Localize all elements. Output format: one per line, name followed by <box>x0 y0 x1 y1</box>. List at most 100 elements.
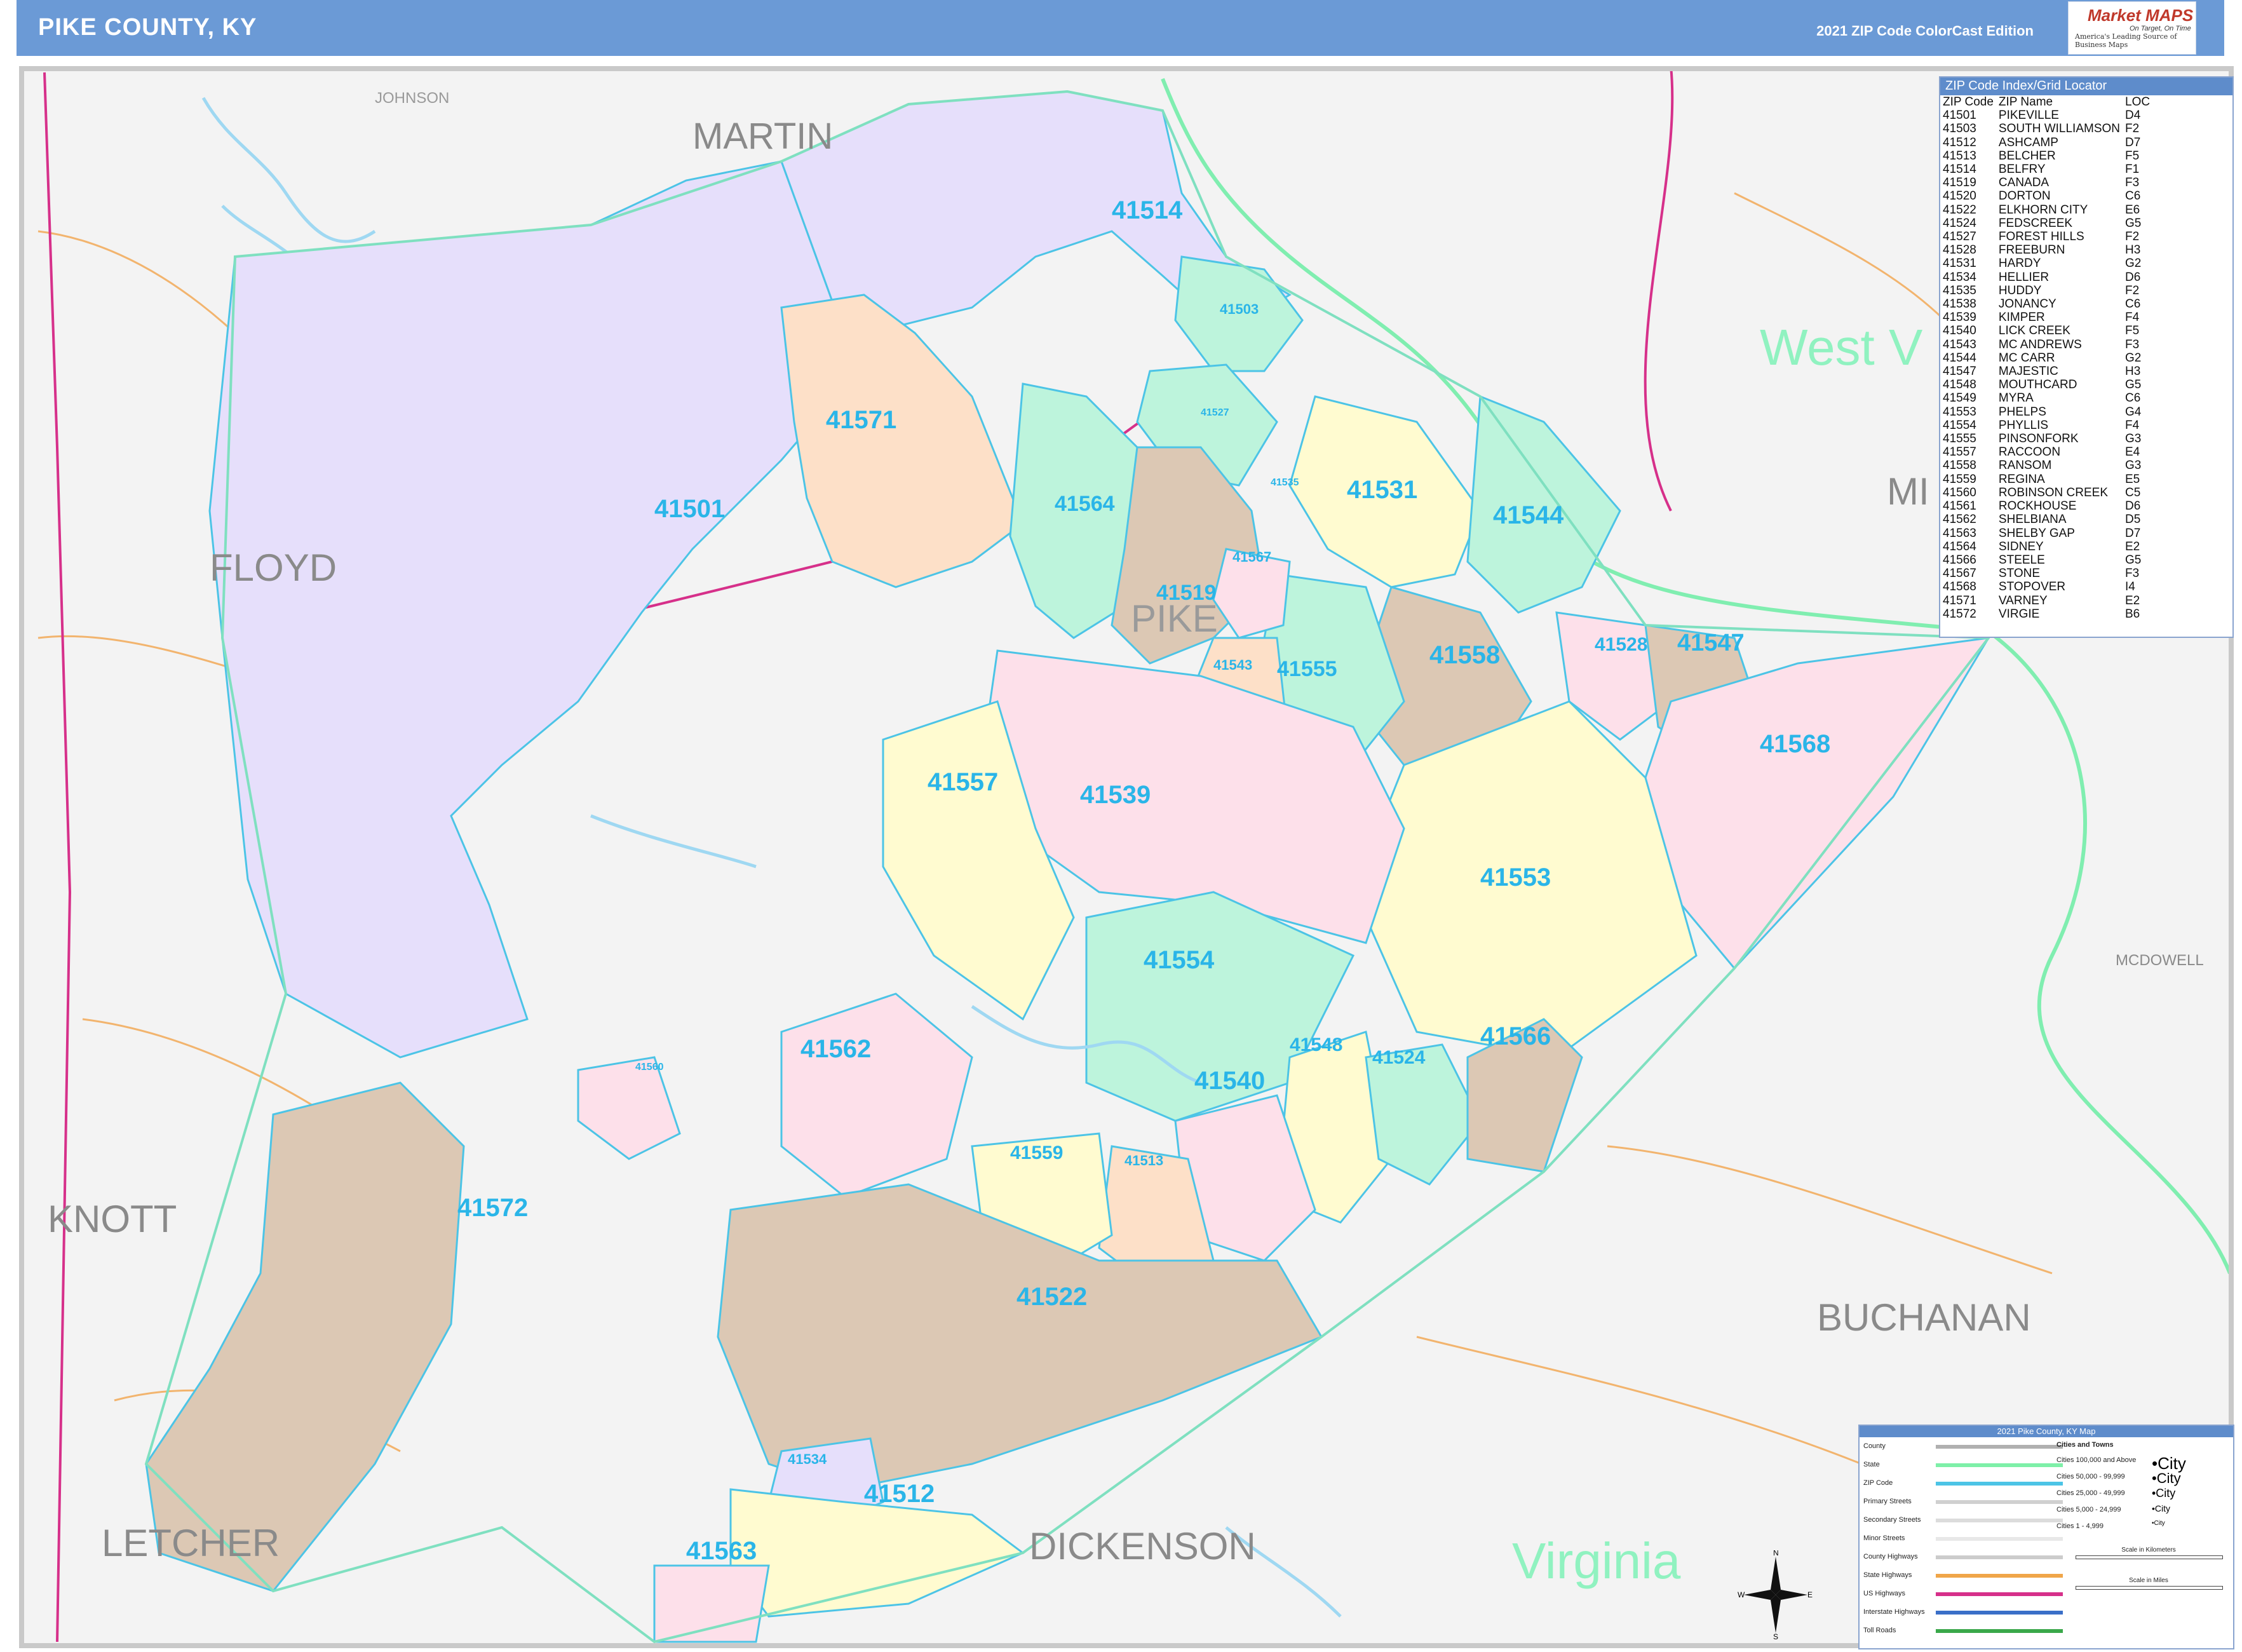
zip-index-cell: LICK CREEK <box>1998 324 2070 338</box>
zip-index-cell: D6 <box>2125 499 2141 513</box>
zip-index-cell: ROCKHOUSE <box>1998 499 2077 513</box>
legend-item-label: State <box>1863 1461 1880 1468</box>
zip-index-cell: 41553 <box>1943 405 1976 419</box>
zip-index-cell: F3 <box>2125 337 2140 351</box>
zip-index-row: 41558 RANSOM G3 <box>1943 459 2155 472</box>
legend-city-label: Cities 1 - 4,999 <box>2056 1522 2104 1530</box>
zip-index-cell: 41557 <box>1943 445 1976 459</box>
zip-index-panel: ZIP Code Index/Grid Locator ZIP Code ZIP … <box>1939 76 2234 638</box>
zip-index-cell: G5 <box>2125 553 2142 567</box>
zip-label: 41514 <box>1112 196 1183 224</box>
map-legend: 2021 Pike County, KY Map County State ZIP … <box>1858 1425 2234 1649</box>
legend-city-sample: •City <box>2152 1470 2181 1486</box>
label-floyd: FLOYD <box>210 546 337 589</box>
label-knott: KNOTT <box>48 1198 177 1240</box>
legend-item-label: US Highways <box>1863 1590 1906 1597</box>
zip-index-cell: SOUTH WILLIAMSON <box>1998 122 2120 136</box>
zip-index-row: 41520 DORTON C6 <box>1943 189 2155 203</box>
zip-index-cell: BELFRY <box>1998 163 2046 177</box>
zip-index-cell: 41559 <box>1943 472 1976 486</box>
market-maps-logo: Market MAPS On Target, On Time America's… <box>2068 1 2196 55</box>
zip-index-row: 41559 REGINA E5 <box>1943 473 2155 486</box>
zip-index-cell: BELCHER <box>1998 149 2056 163</box>
zip-label: 41560 <box>635 1062 664 1073</box>
zip-index-row: 41563 SHELBY GAP D7 <box>1943 527 2155 540</box>
zip-label: 41524 <box>1372 1047 1426 1068</box>
zip-index-row: 41512 ASHCAMP D7 <box>1943 136 2155 149</box>
legend-item-swatch <box>1936 1519 2063 1522</box>
legend-item-label: Minor Streets <box>1863 1534 1905 1542</box>
legend-item-swatch <box>1936 1537 2063 1541</box>
zip-index-cell: G3 <box>2125 459 2142 473</box>
zip-index-cell: F4 <box>2125 311 2140 325</box>
zip-index-column-header: ZIP Code <box>1943 95 1994 109</box>
zip-label: 41527 <box>1201 407 1229 418</box>
zip-label: 41519 <box>1156 581 1217 605</box>
zip-index-cell: 41564 <box>1943 539 1976 553</box>
zip-index-cell: MC ANDREWS <box>1998 337 2082 351</box>
zip-index-cell: G2 <box>2125 257 2142 271</box>
cities-title: Cities and Towns <box>2056 1441 2114 1449</box>
label-mingo: MI <box>1887 470 1929 513</box>
zip-index-cell: 41520 <box>1943 189 1976 203</box>
label-dickenson: DICKENSON <box>1029 1525 1256 1567</box>
zip-index-cell: 41548 <box>1943 378 1976 392</box>
zip-label: 41534 <box>788 1451 827 1467</box>
zip-label: 41539 <box>1080 781 1151 809</box>
zip-label: 41548 <box>1290 1034 1342 1055</box>
zip-index-cell: PIKEVILLE <box>1998 109 2059 123</box>
zip-index-cell: 41555 <box>1943 432 1976 446</box>
zip-index-cell: RANSOM <box>1998 459 2052 473</box>
county-map: JOHNSON MARTIN FLOYD KNOTT LETCHER DICKE… <box>19 66 2234 1648</box>
zip-index-cell: ROBINSON CREEK <box>1998 485 2109 499</box>
zip-index-cell: 41562 <box>1943 513 1976 527</box>
zip-label: 41503 <box>1220 301 1259 317</box>
zip-index-column-header: LOC <box>2125 95 2151 109</box>
zip-index-cell: B6 <box>2125 607 2140 621</box>
zip-index-row: 41549 MYRA C6 <box>1943 391 2155 405</box>
zip-index-cell: F3 <box>2125 567 2140 581</box>
label-west-virginia: West V <box>1760 319 1923 376</box>
zip-index-cell: 41519 <box>1943 176 1976 190</box>
zip-index-cell: MC CARR <box>1998 351 2055 365</box>
zip-index-cell: E4 <box>2125 445 2140 459</box>
zip-index-cell: 41554 <box>1943 418 1976 432</box>
legend-city-label: Cities 100,000 and Above <box>2056 1456 2137 1464</box>
zip-label: 41528 <box>1595 634 1647 655</box>
zip-index-cell: 41522 <box>1943 203 1976 217</box>
legend-city-label: Cities 50,000 - 99,999 <box>2056 1473 2125 1480</box>
zip-label: 41522 <box>1016 1283 1087 1311</box>
zip-index-row: 41571 VARNEY E2 <box>1943 594 2155 607</box>
zip-index-cell: 41544 <box>1943 351 1976 365</box>
zip-index-cell: 41512 <box>1943 135 1976 149</box>
zip-index-cell: G4 <box>2125 405 2142 419</box>
legend-item-swatch <box>1936 1500 2063 1504</box>
zip-index-cell: 41514 <box>1943 163 1976 177</box>
label-buchanan: BUCHANAN <box>1817 1296 2031 1339</box>
header-bar: PIKE COUNTY, KY 2021 ZIP Code ColorCast … <box>17 0 2224 56</box>
zip-index-cell: D6 <box>2125 270 2141 284</box>
logo-brand: Market MAPS <box>2088 6 2194 25</box>
edition-label: 2021 ZIP Code ColorCast Edition <box>1816 23 2034 39</box>
zip-index-cell: HELLIER <box>1998 270 2050 284</box>
zip-index-table: ZIP Code ZIP Name LOC 41501 PIKEVILLE D4 4150… <box>1943 95 2155 621</box>
zip-index-cell: E2 <box>2125 593 2140 607</box>
zip-index-cell: 41534 <box>1943 270 1976 284</box>
label-johnson: JOHNSON <box>375 90 449 107</box>
label-letcher: LETCHER <box>102 1522 280 1564</box>
zip-index-cell: C6 <box>2125 189 2141 203</box>
zip-index-row: 41553 PHELPS G4 <box>1943 405 2155 419</box>
zip-label: 41562 <box>800 1035 871 1063</box>
zip-label: 41564 <box>1055 492 1115 516</box>
zip-index-cell: 41549 <box>1943 391 1976 405</box>
zip-label: 41558 <box>1429 641 1500 669</box>
zip-index-cell: 41571 <box>1943 593 1976 607</box>
legend-item-swatch <box>1936 1629 2063 1633</box>
zip-label: 41543 <box>1213 657 1252 673</box>
zip-index-cell: FEDSCREEK <box>1998 216 2073 230</box>
zip-index-row: 41535 HUDDY F2 <box>1943 284 2155 297</box>
zip-index-cell: 41535 <box>1943 283 1976 297</box>
zip-index-cell: ASHCAMP <box>1998 135 2058 149</box>
zip-index-cell: PINSONFORK <box>1998 432 2079 446</box>
legend-city-label: Cities 25,000 - 49,999 <box>2056 1489 2125 1497</box>
